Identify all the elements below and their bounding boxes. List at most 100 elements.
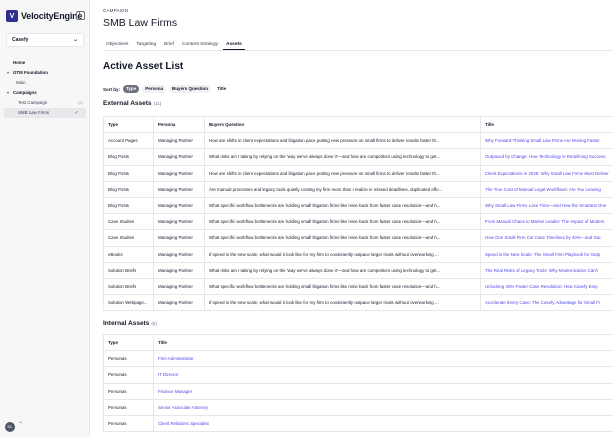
table-row[interactable]: Solution Briefs Managing Partner What spec… — [103, 277, 613, 296]
table-cell: What risks am I taking by relying on the… — [204, 148, 481, 166]
table-cell: Personas — [103, 350, 154, 368]
page-title: SMB Law Firms — [103, 17, 178, 29]
asset-title-link[interactable]: How One Small Firm Cut Case Timelines by… — [480, 229, 613, 247]
table-cell: Blog Posts — [103, 148, 154, 166]
table-cell: Case Studies — [103, 229, 154, 247]
tab-assets[interactable]: Assets — [223, 40, 245, 50]
table-cell: How are shifts in client expectations an… — [204, 132, 481, 150]
table-cell: Managing Partner — [153, 213, 205, 231]
table-cell: If speed is the new scale, what would it… — [204, 245, 481, 263]
table-row[interactable]: eBooks Managing Partner If speed is the ne… — [103, 245, 613, 263]
sidebar-nav: Home ▾ GTM Foundation Main ▾ Campaigns T… — [0, 58, 90, 118]
chevron-down-icon: ⌄ — [72, 37, 78, 43]
asset-title-link[interactable]: Outpaced by Change: How Technology is Re… — [480, 148, 613, 166]
table-cell: Blog Posts — [103, 164, 154, 182]
sidebar-item-main[interactable]: Main — [0, 78, 90, 88]
tab-objectives[interactable]: Objectives — [103, 40, 131, 50]
table-cell: Are manual processes and legacy tools qu… — [204, 180, 481, 198]
table-cell: Managing Partner — [153, 132, 205, 150]
asset-title-link[interactable]: Client Expectations in 2025: Why Small L… — [480, 164, 613, 182]
column-header[interactable]: Buyers Question — [204, 115, 481, 134]
table-cell: Blog Posts — [103, 196, 154, 215]
column-header[interactable]: Type — [103, 115, 154, 134]
sort-by-bar: Sort by: Type Persona Buyers Question Title — [103, 85, 232, 93]
table-row[interactable]: Personas Senior Associate Attorney — [103, 398, 613, 416]
sidebar-item-test-campaign[interactable]: Test Campaign (0) — [0, 98, 90, 108]
table-row[interactable]: Blog Posts Managing Partner How are shifts… — [103, 164, 613, 182]
caret-down-icon: ▾ — [7, 90, 10, 95]
asset-title-link[interactable]: Finance Manager — [153, 382, 613, 400]
breadcrumb: CAMPAIGN — [103, 8, 129, 13]
asset-title-link[interactable]: Firm Administrator — [153, 350, 613, 368]
sidebar-item-label: SMB Law Firms — [18, 110, 49, 115]
sort-chip-buyers-question[interactable]: Buyers Question — [168, 85, 211, 93]
sidebar-item-label: GTM Foundation — [13, 70, 48, 75]
tab-targeting[interactable]: Targeting — [133, 40, 159, 50]
asset-title-link[interactable]: Client Relations Specialist — [153, 414, 613, 433]
column-header[interactable]: Title — [153, 333, 613, 352]
table-row[interactable]: Solution Webpage... Managing Partner If sp… — [103, 294, 613, 312]
tab-brief[interactable]: Brief — [161, 40, 177, 50]
table-cell: What risks am I taking by relying on the… — [204, 261, 481, 279]
table-cell: Managing Partner — [153, 261, 205, 279]
table-cell: Solution Briefs — [103, 277, 154, 296]
tab-bar: Objectives Targeting Brief Content Strategy… — [103, 40, 613, 51]
internal-assets-count: (6) — [151, 321, 157, 326]
asset-title-link[interactable]: Speed is the New Scale: The Small Firm P… — [480, 245, 613, 263]
asset-title-link[interactable]: Unlocking 40% Faster Case Resolution: Ho… — [480, 277, 613, 296]
sidebar-item-smb-law-firms[interactable]: SMB Law Firms ✓ — [4, 108, 86, 118]
table-row[interactable]: Account Pages Managing Partner How are shi… — [103, 132, 613, 150]
asset-title-link[interactable]: Senior Associate Attorney — [153, 398, 613, 416]
asset-title-link[interactable]: IT Director — [153, 366, 613, 384]
table-row[interactable]: Blog Posts Managing Partner What risks am … — [103, 148, 613, 166]
section-title: Active Asset List — [103, 61, 184, 72]
table-row[interactable]: Solution Briefs Managing Partner What risk… — [103, 261, 613, 279]
table-cell: Managing Partner — [153, 294, 205, 312]
sidebar-item-gtm-foundation[interactable]: ▾ GTM Foundation — [0, 68, 90, 78]
asset-title-link[interactable]: Accelerate Every Case: The Casefy Advant… — [480, 294, 613, 312]
table-cell: Blog Posts — [103, 180, 154, 198]
table-row[interactable]: Personas Firm Administrator — [103, 350, 613, 368]
external-assets-table: Type Persona Buyers Question Title Account … — [103, 115, 613, 312]
table-row[interactable]: Personas Client Relations Specialist — [103, 414, 613, 433]
avatar[interactable]: DL — [5, 422, 15, 432]
column-header[interactable]: Persona — [153, 115, 205, 134]
sort-by-label: Sort by: — [103, 86, 121, 92]
table-cell: Personas — [103, 382, 154, 400]
sidebar-item-label: Home — [13, 60, 26, 65]
table-row[interactable]: Blog Posts Managing Partner Are manual pro… — [103, 180, 613, 198]
asset-title-link[interactable]: The True Cost of Manual Legal Workflows:… — [480, 180, 613, 198]
asset-title-link[interactable]: The Real Risks of Legacy Tools: Why Mode… — [480, 261, 613, 279]
sidebar-item-home[interactable]: Home — [0, 58, 90, 68]
table-row[interactable]: Case Studies Managing Partner What specifi… — [103, 229, 613, 247]
logo-icon: V — [6, 10, 18, 22]
chevron-up-icon[interactable]: ⌃ — [18, 421, 23, 428]
column-header[interactable]: Type — [103, 333, 154, 352]
sidebar: V VelocityEngine Casefy ⌄ Home ▾ GTM Fou… — [0, 0, 90, 437]
table-cell: Solution Briefs — [103, 261, 154, 279]
table-cell: Managing Partner — [153, 164, 205, 182]
sidebar-toggle-icon[interactable] — [76, 11, 85, 20]
table-row[interactable]: Blog Posts Managing Partner What specific … — [103, 196, 613, 215]
external-assets-heading: External Assets (11) — [103, 100, 161, 107]
sort-chip-title[interactable]: Title — [214, 85, 229, 93]
table-cell: Managing Partner — [153, 180, 205, 198]
asset-title-link[interactable]: Why Small Law Firms Lose Time—and How th… — [480, 196, 613, 215]
sidebar-item-label: Main — [16, 80, 26, 85]
org-select[interactable]: Casefy ⌄ — [6, 33, 84, 47]
app-logo[interactable]: V VelocityEngine — [6, 10, 82, 22]
table-row[interactable]: Case Studies Managing Partner What specifi… — [103, 213, 613, 231]
tab-content-strategy[interactable]: Content Strategy — [179, 40, 221, 50]
sidebar-item-campaigns[interactable]: ▾ Campaigns — [0, 88, 90, 98]
sort-chip-type[interactable]: Type — [123, 85, 140, 93]
table-row[interactable]: Personas IT Director — [103, 366, 613, 384]
table-cell: Personas — [103, 366, 154, 384]
sidebar-item-label: Campaigns — [13, 90, 37, 95]
column-header[interactable]: Title — [480, 115, 613, 134]
table-row[interactable]: Personas Finance Manager — [103, 382, 613, 400]
table-cell: Managing Partner — [153, 148, 205, 166]
asset-title-link[interactable]: Why Forward-Thinking Small Law Firms Are… — [480, 132, 613, 150]
table-cell: eBooks — [103, 245, 154, 263]
sort-chip-persona[interactable]: Persona — [142, 85, 166, 93]
asset-title-link[interactable]: From Manual Chaos to Market Leader: The … — [480, 213, 613, 231]
